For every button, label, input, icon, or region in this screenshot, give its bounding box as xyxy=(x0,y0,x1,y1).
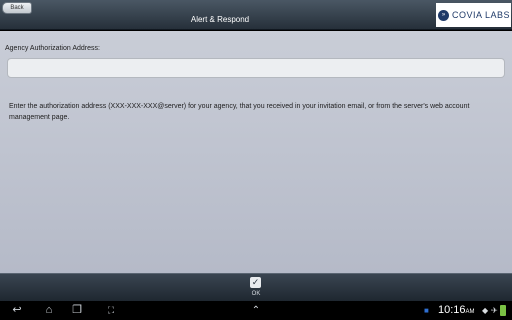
ok-button[interactable]: ✓ OK xyxy=(244,276,268,300)
nav-back-icon[interactable]: ↩ xyxy=(6,303,28,318)
system-bar: ↩ ⌂ ❐ ⛶ ⌃ ■ 10:16AM ◆ ✈ xyxy=(0,301,512,320)
nav-up-chevron-icon[interactable]: ⌃ xyxy=(245,303,267,318)
action-bar: ✓ OK xyxy=(0,273,512,301)
nav-home-icon[interactable]: ⌂ xyxy=(38,303,60,318)
airplane-icon: ✈ xyxy=(491,306,498,315)
app-notification-icon: ■ xyxy=(424,306,429,315)
clock: 10:16AM xyxy=(438,303,475,320)
back-button[interactable]: Back xyxy=(2,2,32,14)
covia-labs-logo: » COVIA LABS xyxy=(436,3,511,27)
help-text: Enter the authorization address (XXX-XXX… xyxy=(9,103,470,121)
page-title: Alert & Respond xyxy=(190,15,250,24)
battery-icon xyxy=(500,305,506,316)
title-bar: Back Alert & Respond » COVIA LABS xyxy=(0,0,512,30)
address-field-label: Agency Authorization Address: xyxy=(5,45,100,52)
logo-text: COVIA LABS xyxy=(452,10,511,20)
authorization-address-input[interactable] xyxy=(7,58,505,78)
nav-recent-apps-icon[interactable]: ❐ xyxy=(66,303,88,318)
main-content: Agency Authorization Address: Enter the … xyxy=(0,31,512,273)
ok-label: OK xyxy=(251,291,261,297)
checkmark-icon: ✓ xyxy=(250,277,261,288)
wifi-icon: ◆ xyxy=(482,306,489,315)
clock-suffix: AM xyxy=(465,309,475,315)
covia-logo-mark-icon: » xyxy=(438,9,449,21)
clock-time: 10:16 xyxy=(438,304,466,316)
screenshot-icon[interactable]: ⛶ xyxy=(100,303,122,318)
